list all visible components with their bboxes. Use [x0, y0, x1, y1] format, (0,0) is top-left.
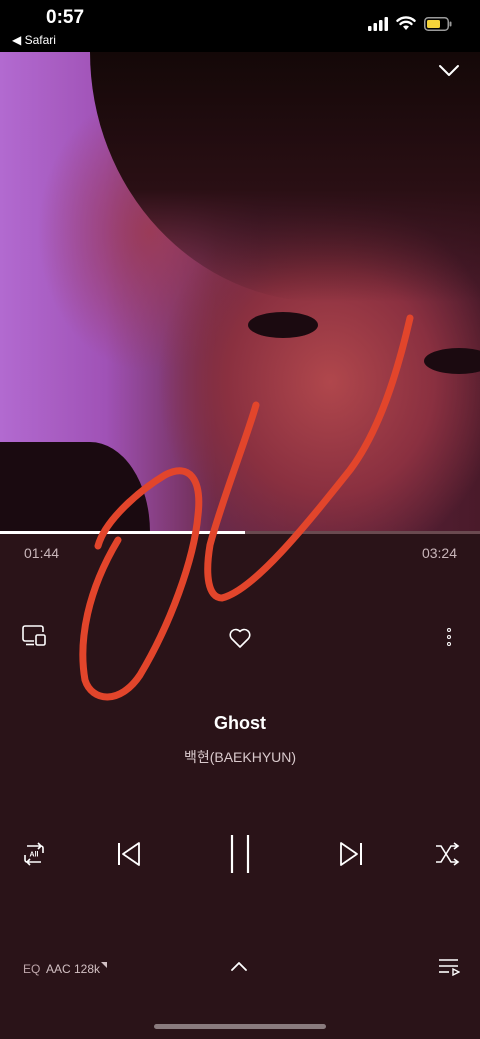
artwork-eye-left [248, 312, 318, 338]
wifi-icon [396, 16, 416, 30]
svg-text:All: All [30, 852, 39, 859]
artwork-eye-right [424, 348, 480, 374]
battery-icon [424, 16, 452, 31]
repeat-all-icon[interactable]: All [22, 841, 46, 867]
collapse-player-chevron-icon[interactable] [438, 64, 460, 78]
playlist-queue-icon[interactable] [438, 958, 460, 976]
expand-lyrics-chevron-icon[interactable] [231, 962, 247, 972]
artwork-hair-shape [90, 52, 480, 302]
clock: 0:57 [46, 7, 85, 28]
album-artwork [0, 52, 480, 532]
home-indicator [154, 1024, 326, 1029]
like-heart-icon[interactable] [228, 627, 252, 649]
audio-quality-label[interactable]: AAC 128k [46, 962, 100, 976]
previous-track-icon[interactable] [116, 841, 142, 867]
status-bar: 0:57 ◀ Safari [0, 0, 480, 52]
more-options-icon[interactable] [446, 627, 452, 647]
progress-fill [0, 531, 245, 534]
total-time: 03:24 [421, 545, 457, 561]
elapsed-time: 01:44 [24, 545, 60, 561]
shuffle-icon[interactable] [434, 842, 460, 866]
cast-device-icon[interactable] [22, 625, 46, 647]
eq-label[interactable]: EQ [23, 962, 40, 976]
next-track-icon[interactable] [338, 841, 364, 867]
back-to-safari-link[interactable]: ◀ Safari [12, 33, 56, 47]
track-artist[interactable]: 백현(BAEKHYUN) [0, 747, 480, 767]
progress-bar[interactable] [0, 531, 480, 534]
status-icons [368, 16, 452, 31]
pause-icon[interactable] [226, 833, 254, 875]
artwork-shoulder-shape [0, 442, 150, 532]
track-title: Ghost [214, 713, 266, 733]
quality-corner-arrow-icon [101, 962, 107, 968]
cellular-signal-icon [368, 16, 388, 31]
